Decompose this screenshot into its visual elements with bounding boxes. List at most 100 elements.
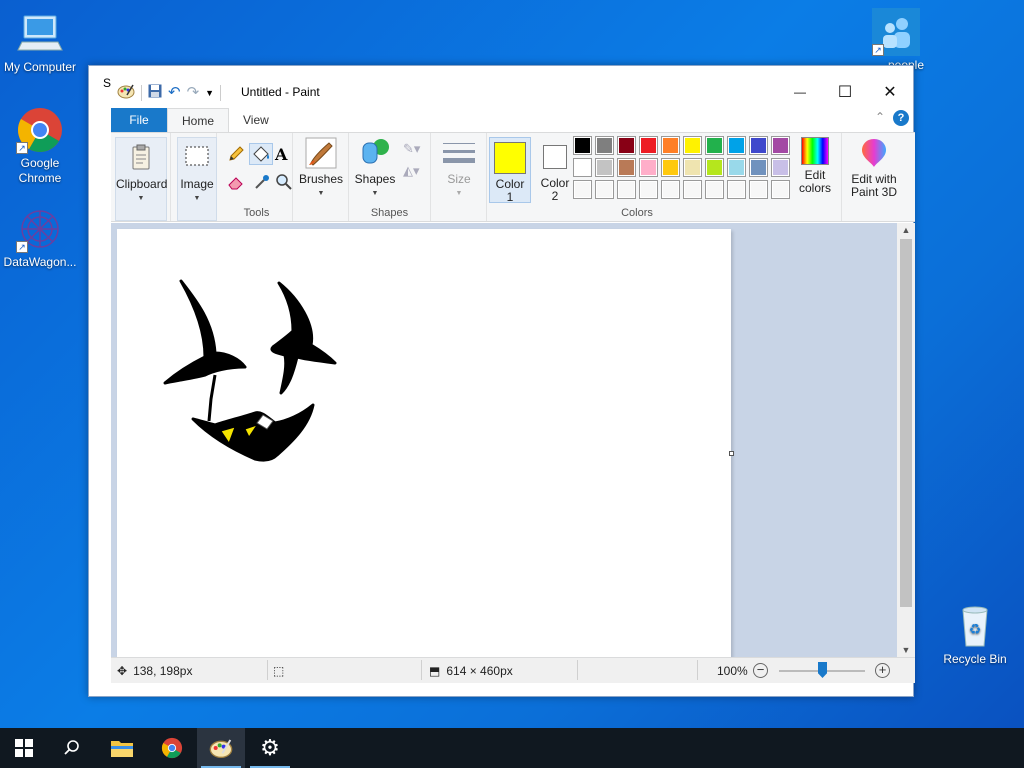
maximize-button[interactable]: ☐ bbox=[822, 76, 868, 108]
taskbar-paint[interactable] bbox=[197, 728, 245, 768]
color-palette bbox=[573, 136, 790, 199]
canvas-size: ⬒ 614 × 460px bbox=[429, 664, 513, 678]
desktop-icon-label: My Computer bbox=[3, 60, 77, 74]
separator bbox=[421, 660, 422, 680]
color-swatch[interactable] bbox=[639, 158, 658, 177]
color-swatch[interactable] bbox=[617, 158, 636, 177]
taskbar-file-explorer[interactable] bbox=[98, 728, 146, 768]
color-swatch[interactable] bbox=[573, 136, 592, 155]
vertical-scrollbar[interactable]: ▲ ▼ bbox=[897, 223, 915, 657]
color-swatch[interactable] bbox=[573, 158, 592, 177]
color-swatch[interactable] bbox=[705, 180, 724, 199]
size-button[interactable]: Size ▼ bbox=[437, 137, 481, 200]
shapes-button[interactable]: Shapes ▼ bbox=[351, 137, 399, 200]
scroll-up-icon[interactable]: ▲ bbox=[897, 225, 915, 235]
taskbar-settings[interactable]: ⚙ bbox=[246, 728, 294, 768]
group-colors: Color 1 Color 2 Edit colors Colors bbox=[487, 133, 897, 221]
color-swatch[interactable] bbox=[683, 180, 702, 199]
color-swatch[interactable] bbox=[727, 136, 746, 155]
tab-home[interactable]: Home bbox=[167, 108, 230, 132]
tab-view[interactable]: View bbox=[229, 108, 283, 132]
paint-app-icon bbox=[209, 739, 233, 758]
color-swatch[interactable] bbox=[749, 136, 768, 155]
undo-icon[interactable]: ↶ bbox=[168, 85, 181, 100]
canvas-resize-handle[interactable] bbox=[729, 451, 734, 456]
fill-icon[interactable]: ◭▾ bbox=[403, 163, 421, 181]
desktop-icon-recycle-bin[interactable]: ♻ Recycle Bin bbox=[935, 602, 1015, 667]
start-button[interactable] bbox=[0, 728, 48, 768]
fill-bucket-icon[interactable] bbox=[249, 143, 273, 165]
paint3d-line1: Edit with bbox=[851, 172, 897, 186]
pencil-icon[interactable] bbox=[227, 145, 245, 163]
shapes-icon bbox=[359, 137, 391, 169]
color-swatch[interactable] bbox=[661, 158, 680, 177]
title-bar[interactable]: S ↶ ↷ ▼ Untitled - Paint — ☐ ✕ bbox=[89, 66, 913, 108]
scrollbar-thumb[interactable] bbox=[900, 239, 912, 607]
color1-button[interactable]: Color 1 bbox=[489, 137, 531, 204]
scroll-down-icon[interactable]: ▼ bbox=[897, 645, 915, 655]
magnifier-icon[interactable] bbox=[275, 173, 293, 191]
help-icon[interactable]: ? bbox=[893, 110, 909, 126]
color-swatch[interactable] bbox=[705, 136, 724, 155]
group-shapes: Shapes ▼ ✎▾ ◭▾ Shapes bbox=[349, 133, 431, 221]
image-button[interactable]: Image ▼ bbox=[177, 137, 217, 221]
color-swatch[interactable] bbox=[595, 136, 614, 155]
taskbar-chrome[interactable] bbox=[148, 728, 196, 768]
color-swatch[interactable] bbox=[771, 136, 790, 155]
text-icon[interactable]: A bbox=[275, 145, 293, 164]
search-button[interactable] bbox=[48, 728, 96, 768]
color2-button[interactable]: Color 2 bbox=[535, 137, 575, 203]
clipboard-button[interactable]: Clipboard ▼ bbox=[115, 137, 167, 221]
color-swatch[interactable] bbox=[661, 136, 680, 155]
edit-colors-button[interactable]: Edit colors bbox=[795, 137, 835, 195]
desktop-icon-datawagon[interactable]: ↗ DataWagon... bbox=[0, 205, 80, 270]
color-swatch[interactable] bbox=[617, 136, 636, 155]
color-swatch[interactable] bbox=[595, 180, 614, 199]
paint-app-icon[interactable] bbox=[117, 83, 135, 102]
color-swatch[interactable] bbox=[573, 180, 592, 199]
redo-icon[interactable]: ↷ bbox=[187, 85, 200, 100]
color-swatch[interactable] bbox=[727, 180, 746, 199]
selection-size: ⬚ bbox=[273, 664, 284, 678]
zoom-slider-thumb[interactable] bbox=[818, 662, 827, 678]
outline-icon[interactable]: ✎▾ bbox=[403, 141, 421, 159]
drawing-canvas[interactable] bbox=[117, 229, 731, 657]
color-swatch[interactable] bbox=[705, 158, 724, 177]
close-button[interactable]: ✕ bbox=[867, 76, 913, 108]
separator bbox=[220, 84, 222, 101]
tab-file[interactable]: File bbox=[111, 108, 167, 132]
color-swatch[interactable] bbox=[683, 136, 702, 155]
collapse-ribbon-icon[interactable]: ⌃ bbox=[875, 110, 885, 124]
color-swatch[interactable] bbox=[749, 180, 768, 199]
recycle-bin-icon: ♻ bbox=[951, 602, 999, 650]
color-swatch[interactable] bbox=[617, 180, 636, 199]
save-icon[interactable] bbox=[148, 84, 162, 101]
zoom-out-button[interactable]: − bbox=[753, 663, 768, 678]
windows-icon bbox=[15, 739, 33, 757]
group-clipboard: Clipboard ▼ bbox=[111, 133, 171, 221]
color-swatch[interactable] bbox=[661, 180, 680, 199]
separator bbox=[267, 660, 268, 680]
minimize-button[interactable]: — bbox=[777, 76, 823, 108]
group-paint3d: Edit with Paint 3D bbox=[841, 133, 905, 221]
desktop-icon-my-computer[interactable]: My Computer bbox=[0, 10, 80, 75]
color-swatch[interactable] bbox=[771, 180, 790, 199]
desktop-icon-label: DataWagon... bbox=[3, 255, 77, 269]
color-swatch[interactable] bbox=[749, 158, 768, 177]
color-swatch[interactable] bbox=[595, 158, 614, 177]
customize-qat-icon[interactable]: ▼ bbox=[205, 88, 214, 98]
color-swatch[interactable] bbox=[639, 136, 658, 155]
color1-label: Color bbox=[495, 177, 525, 191]
color-swatch[interactable] bbox=[683, 158, 702, 177]
edit-with-paint3d-button[interactable]: Edit with Paint 3D bbox=[846, 137, 902, 199]
desktop-icon-people[interactable]: ↗ people bbox=[856, 8, 936, 73]
color-swatch[interactable] bbox=[727, 158, 746, 177]
zoom-in-button[interactable]: + bbox=[875, 663, 890, 678]
desktop-icon-google-chrome[interactable]: ↗ Google Chrome bbox=[0, 106, 80, 186]
color-swatch[interactable] bbox=[771, 158, 790, 177]
eraser-icon[interactable] bbox=[227, 173, 245, 191]
brushes-button[interactable]: Brushes ▼ bbox=[297, 137, 345, 200]
color-swatch[interactable] bbox=[639, 180, 658, 199]
color-picker-icon[interactable] bbox=[253, 173, 271, 191]
shapes-button-label: Shapes bbox=[354, 172, 396, 186]
